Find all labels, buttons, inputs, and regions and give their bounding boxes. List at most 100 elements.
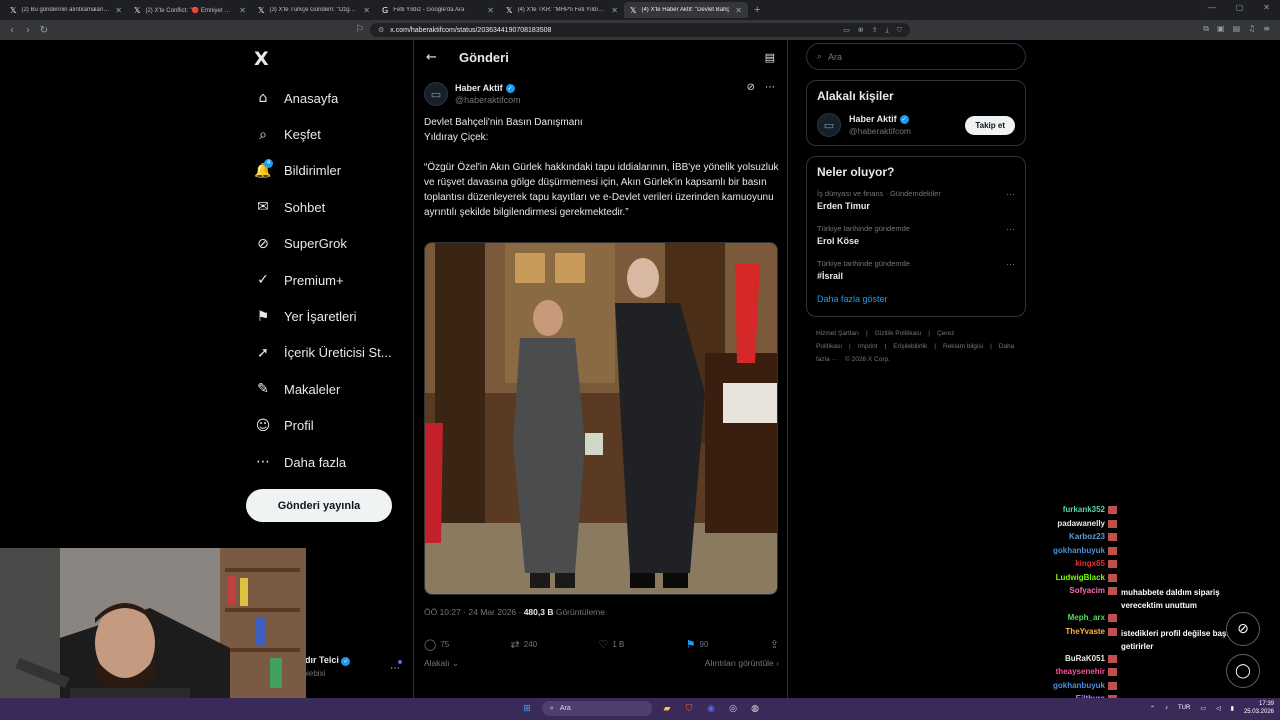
close-window-icon[interactable]: ✕ (1263, 3, 1270, 12)
brave-shield-icon[interactable]: ⛉ (897, 26, 902, 35)
sidebar-icon[interactable]: ▣ (1217, 24, 1225, 34)
network-icon[interactable]: ▭ (1200, 705, 1206, 712)
close-tab-icon[interactable]: ✕ (239, 6, 246, 15)
sort-dropdown[interactable]: Alakalı ⌄ (424, 658, 459, 669)
cast-icon[interactable]: ▭ (843, 26, 850, 35)
new-tab-icon[interactable]: + (754, 4, 760, 16)
reader-mode-icon[interactable]: ▤ (765, 51, 775, 64)
nav-item-rocket[interactable]: ➚ İçerik Üreticisi St... (246, 335, 406, 371)
trend-item[interactable]: Türkiye tarihinde gündemde #İsrail ⋯ (817, 259, 1015, 281)
more-options-icon[interactable]: ⋯ (1006, 224, 1015, 235)
file-explorer-icon[interactable]: ▰ (660, 702, 674, 716)
nav-item-mail[interactable]: ✉ Sohbet (246, 189, 406, 225)
browser-tab[interactable]: 𝕏 (2) Bu gönderinin alıntılamaları / X ✕ (4, 2, 128, 18)
related-person-name[interactable]: Haber Aktif (849, 114, 897, 124)
browser-tab[interactable]: 𝕏 (4) X'te Haber Aktif: "Devlet Bahç ✕ (624, 2, 748, 18)
nav-item-bookmark[interactable]: ⚑ Yer İşaretleri (246, 298, 406, 334)
like-button[interactable]: ♡ 1 B (598, 638, 624, 651)
back-arrow-icon[interactable]: ‹ (4, 25, 20, 36)
browser-tab[interactable]: 𝕏 (3) X'te Türkçe Gündem: "Özgür Öze ✕ (252, 2, 376, 18)
reload-icon[interactable]: ↻ (36, 25, 52, 36)
install-icon[interactable]: ⤓ (886, 26, 889, 35)
menu-icon[interactable]: ≡ (1263, 24, 1270, 34)
view-count: 480,3 B (523, 607, 554, 617)
post-photo[interactable] (424, 242, 778, 595)
mic-icon[interactable]: ♪ (1165, 705, 1168, 711)
nav-item-more-circle[interactable]: ⋯ Daha fazla (246, 444, 406, 480)
author-name[interactable]: Haber Aktif (455, 83, 503, 93)
app-icon[interactable]: ◍ (748, 702, 762, 716)
reply-button[interactable]: ◯ 75 (424, 638, 449, 651)
post-button[interactable]: Gönderi yayınla (246, 489, 392, 522)
battery-icon[interactable]: ▮ (1231, 705, 1234, 712)
trend-item[interactable]: İş dünyası ve finans · Gündemdekiler Erde… (817, 189, 1015, 211)
account-switcher[interactable]: adır Telci ✓ rpiebixi ⋯ (300, 655, 410, 678)
more-options-icon[interactable]: ⋯ (765, 82, 775, 93)
footer-link[interactable]: Reklam bilgisi (943, 343, 983, 350)
messages-fab[interactable]: ◯ (1226, 654, 1260, 688)
brave-browser-icon[interactable]: ⛉ (682, 702, 696, 716)
related-person[interactable]: ▭ Haber Aktif ✓ @haberaktifcom Takip et (817, 113, 1015, 137)
nav-item-bell[interactable]: 🔔 Bildirimler 4 (246, 153, 406, 189)
bookmark-button[interactable]: ⚑ 90 (686, 638, 709, 651)
nav-item-premium[interactable]: ✓ Premium+ (246, 262, 406, 298)
sort-label: Alakalı (424, 658, 450, 668)
avatar[interactable]: ▭ (817, 113, 841, 137)
footer-link[interactable]: Imprint (858, 343, 878, 350)
grok-icon[interactable]: ⊘ (747, 82, 755, 93)
footer-link[interactable]: Gizlilik Politikası (875, 330, 922, 337)
nav-item-article[interactable]: ✎ Makaleler (246, 371, 406, 407)
show-more-link[interactable]: Daha fazla göster (817, 294, 1015, 304)
more-options-icon[interactable]: ⋯ (390, 663, 400, 674)
tray-chevron-icon[interactable]: ⌃ (1150, 705, 1155, 712)
x-logo-icon[interactable]: X (254, 48, 406, 80)
post-author[interactable]: ▭ Haber Aktif ✓ @haberaktifcom (424, 82, 521, 106)
windows-start-icon[interactable]: ⊞ (520, 702, 534, 716)
nav-item-profile[interactable]: ☺ Profil (246, 408, 406, 444)
wallet-icon[interactable]: ▤ (1233, 24, 1241, 34)
zoom-icon[interactable]: ⊕ (858, 26, 864, 35)
minimize-icon[interactable]: — (1208, 3, 1216, 12)
volume-icon[interactable]: ◁ (1216, 705, 1221, 712)
footer-link[interactable]: Hizmet Şartları (816, 330, 859, 337)
close-tab-icon[interactable]: ✕ (487, 6, 494, 15)
browser-tab[interactable]: G Fetli Yıldız - Google'da Ara ✕ (376, 2, 500, 18)
close-tab-icon[interactable]: ✕ (735, 6, 742, 15)
nav-item-grok[interactable]: ⊘ SuperGrok (246, 226, 406, 262)
grok-fab[interactable]: ⊘ (1226, 612, 1260, 646)
bookmark-page-icon[interactable]: ⚐ (352, 24, 368, 35)
share-button[interactable]: ⇪ (770, 638, 779, 651)
view-quotes-link[interactable]: Alıntıları görüntüle › (705, 658, 779, 669)
repost-button[interactable]: ⇄ 240 (511, 638, 538, 651)
extensions-icon[interactable]: ⧉ (1203, 24, 1209, 34)
nav-item-home[interactable]: ⌂ Anasayfa (246, 80, 406, 116)
trend-item[interactable]: Türkiye tarihinde gündemde Erol Köse ⋯ (817, 224, 1015, 246)
share-icon[interactable]: ⇪ (872, 26, 878, 35)
media-icon[interactable]: ♫ (1248, 24, 1255, 34)
author-handle[interactable]: @haberaktifcom (455, 95, 521, 105)
close-tab-icon[interactable]: ✕ (363, 6, 370, 15)
maximize-icon[interactable]: ▢ (1236, 3, 1244, 12)
address-bar[interactable]: ⚙ x.com/haberaktifcom/status/20363441907… (370, 23, 910, 37)
clock[interactable]: 17:39 25.03.2026 (1244, 700, 1274, 716)
taskbar-search[interactable]: ⌕ Ara (542, 701, 652, 716)
back-arrow-icon[interactable]: ← (426, 50, 459, 65)
search-input[interactable]: ⌕ Ara (806, 43, 1026, 70)
nav-item-search[interactable]: ⌕ Keşfet (246, 116, 406, 152)
nav-item-label: Daha fazla (284, 454, 347, 470)
avatar[interactable]: ▭ (424, 82, 448, 106)
discord-icon[interactable]: ◉ (704, 702, 718, 716)
post-time[interactable]: ÖÖ 10:27 · 24 Mar 2026 · (424, 607, 524, 617)
follow-button[interactable]: Takip et (965, 115, 1015, 135)
footer-link[interactable]: Erişilebilirlik (893, 343, 927, 350)
forward-arrow-icon[interactable]: › (20, 25, 36, 36)
close-tab-icon[interactable]: ✕ (611, 6, 618, 15)
more-options-icon[interactable]: ⋯ (1006, 189, 1015, 200)
close-tab-icon[interactable]: ✕ (115, 6, 122, 15)
browser-tab[interactable]: 𝕏 (2) X'te Conflict: "🔴 Emniyet Genel M ✕ (128, 2, 252, 18)
more-options-icon[interactable]: ⋯ (1006, 259, 1015, 270)
language-indicator[interactable]: TUR (1178, 705, 1190, 711)
steam-icon[interactable]: ◎ (726, 702, 740, 716)
browser-tab[interactable]: 𝕏 (4) X'te TKR: "MHP'li Feti Yıldız, Sözc… (500, 2, 624, 18)
site-info-icon[interactable]: ⚙ (378, 26, 384, 34)
